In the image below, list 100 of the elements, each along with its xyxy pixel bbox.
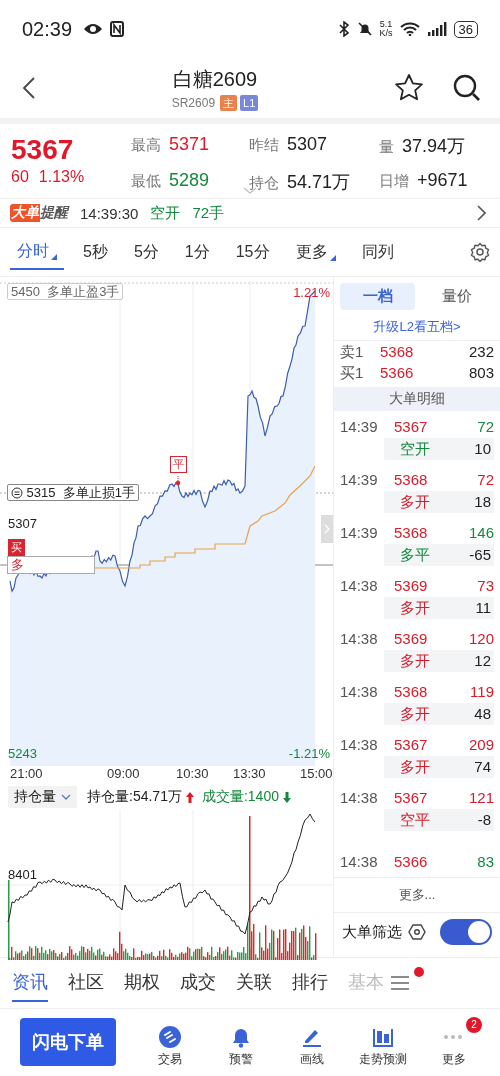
price-change: 60 bbox=[11, 168, 29, 186]
trade-type: 多开 bbox=[400, 650, 431, 671]
time-axis-label: 21:00 bbox=[10, 766, 43, 781]
time-axis-label: 15:00 bbox=[300, 766, 333, 781]
trade-price: 5367 bbox=[394, 734, 429, 755]
low-percent-label: -1.21% bbox=[288, 746, 330, 761]
order-book-volume: 232 bbox=[468, 343, 494, 362]
section-tab[interactable]: 社区 bbox=[68, 964, 104, 1002]
order-book-label: 卖1 bbox=[340, 343, 365, 362]
trade-type: 多平 bbox=[400, 544, 431, 565]
trade-time: 14:38 bbox=[340, 575, 379, 596]
toolbar-item[interactable]: 交易 bbox=[134, 1016, 206, 1068]
net-speed-value: 5.1 bbox=[379, 20, 393, 29]
stat-label: 日增 bbox=[379, 172, 409, 191]
toolbar-label: 预警 bbox=[228, 1050, 253, 1068]
trade-change: 12 bbox=[474, 650, 491, 671]
period-tab[interactable]: 同列 bbox=[354, 235, 401, 269]
toolbar-label: 画线 bbox=[300, 1050, 324, 1068]
trades-title: 大单明细 bbox=[334, 387, 500, 411]
stat-value: 37.94万 bbox=[402, 135, 466, 158]
trade-volume: 83 bbox=[477, 851, 494, 872]
period-tab[interactable]: 1分 bbox=[177, 235, 217, 269]
trade-time: 14:38 bbox=[340, 628, 379, 649]
trade-volume: 119 bbox=[470, 681, 494, 702]
trade-volume: 120 bbox=[468, 628, 494, 649]
stat-label: 最低 bbox=[131, 172, 161, 191]
time-axis-label: 10:30 bbox=[176, 766, 209, 781]
alert-time: 14:39:30 bbox=[80, 204, 139, 222]
order-book-price: 5368 bbox=[380, 343, 415, 362]
quick-order-button[interactable]: 闪电下单 bbox=[20, 1018, 116, 1066]
trade-type: 多开 bbox=[400, 756, 431, 777]
toolbar-item[interactable]: 画线 bbox=[276, 1016, 348, 1068]
notification-badge: 2 bbox=[466, 1016, 482, 1033]
price-change-percent: 1.13% bbox=[38, 168, 85, 186]
trade-price: 5366 bbox=[394, 851, 429, 872]
toolbar-item[interactable]: 更多 2 bbox=[418, 1016, 490, 1068]
trade-price: 5368 bbox=[394, 522, 429, 543]
status-time: 02:39 bbox=[22, 17, 73, 41]
volume-label: 成交量:1400 bbox=[201, 788, 279, 806]
toolbar-label: 更多 bbox=[442, 1050, 467, 1068]
buy-marker: 买 bbox=[8, 539, 25, 556]
trade-change: -65 bbox=[469, 544, 491, 565]
trade-type: 多开 bbox=[400, 491, 431, 512]
alert-type: 空开 bbox=[150, 203, 181, 223]
depth-tab[interactable]: 量价 bbox=[419, 283, 494, 310]
stat-label: 量 bbox=[379, 138, 394, 157]
section-tab[interactable]: 排行 bbox=[292, 964, 328, 1002]
alert-lots: 72手 bbox=[192, 203, 225, 223]
last-price: 5367 bbox=[11, 134, 75, 166]
more-link[interactable]: 更多... bbox=[334, 877, 500, 913]
trade-change: -8 bbox=[477, 809, 491, 830]
trade-volume: 121 bbox=[468, 787, 494, 808]
stat-label: 最高 bbox=[131, 136, 161, 155]
section-tab[interactable]: 期权 bbox=[124, 964, 160, 1002]
stat-value: 5307 bbox=[287, 134, 328, 155]
net-speed-unit: K/s bbox=[379, 29, 393, 38]
period-tab[interactable]: 15分 bbox=[228, 235, 277, 269]
position-tag[interactable]: 多 bbox=[7, 556, 95, 574]
trade-time: 14:38 bbox=[340, 787, 379, 808]
section-tab[interactable]: 成交 bbox=[180, 964, 216, 1002]
toolbar-label: 走势预测 bbox=[359, 1050, 408, 1068]
battery-indicator: 36 bbox=[453, 20, 478, 38]
stat-value: +9671 bbox=[417, 170, 468, 191]
filter-label: 大单筛选 bbox=[342, 922, 402, 942]
toolbar-item[interactable]: 预警 bbox=[205, 1016, 277, 1068]
take-profit-tag[interactable]: 5450 多单止盈3手 bbox=[7, 283, 124, 300]
trade-price: 5367 bbox=[394, 416, 429, 437]
section-tab[interactable]: 关联 bbox=[236, 964, 272, 1002]
section-tab[interactable]: 资讯 bbox=[12, 964, 48, 1002]
toolbar-item[interactable]: 走势预测 bbox=[347, 1016, 419, 1068]
close-marker: 平 bbox=[170, 456, 187, 473]
trade-time: 14:38 bbox=[340, 734, 379, 755]
period-tab[interactable]: 分时 bbox=[10, 234, 64, 270]
trade-price: 5367 bbox=[394, 787, 429, 808]
upgrade-link[interactable]: 升级L2看五档> bbox=[334, 314, 500, 341]
open-interest-label: 持仓量:54.71万 bbox=[87, 788, 182, 806]
trade-price: 5368 bbox=[394, 469, 429, 490]
trade-type: 空平 bbox=[400, 809, 431, 830]
stat-label: 持仓 bbox=[249, 174, 279, 193]
trade-type: 空开 bbox=[400, 438, 431, 459]
period-tab[interactable]: 更多 bbox=[288, 235, 343, 269]
order-book-price: 5366 bbox=[380, 364, 415, 383]
toolbar-label: 交易 bbox=[157, 1050, 182, 1068]
trade-type: 多开 bbox=[400, 597, 431, 618]
high-percent-label: 1.21% bbox=[293, 285, 330, 300]
low-price-label: 5243 bbox=[8, 746, 37, 761]
stop-loss-tag[interactable]: 5315 多单止损1手 bbox=[7, 484, 139, 501]
stat-label: 昨结 bbox=[249, 136, 279, 155]
trade-volume: 72 bbox=[477, 416, 494, 437]
trade-change: 11 bbox=[475, 597, 491, 618]
trade-volume: 72 bbox=[477, 469, 494, 490]
order-book-volume: 803 bbox=[468, 364, 494, 383]
trade-type: 多开 bbox=[400, 703, 431, 724]
indicator-dropdown[interactable]: 持仓量 bbox=[8, 786, 77, 808]
stat-value: 5289 bbox=[169, 170, 210, 191]
time-axis-label: 09:00 bbox=[107, 766, 140, 781]
depth-tab[interactable]: 一档 bbox=[340, 283, 415, 310]
period-tab[interactable]: 5秒 bbox=[76, 235, 115, 269]
trade-time: 14:39 bbox=[340, 416, 379, 437]
period-tab[interactable]: 5分 bbox=[126, 235, 166, 269]
